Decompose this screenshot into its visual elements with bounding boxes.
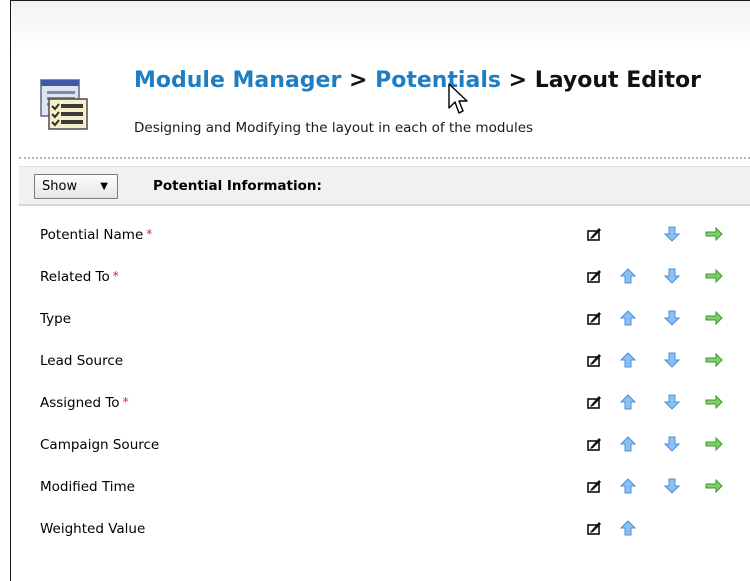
field-label: Type — [40, 311, 71, 327]
show-dropdown[interactable]: Show ▼ — [34, 174, 118, 199]
field-row[interactable]: Campaign Source — [19, 424, 750, 466]
caret-down-icon: ▼ — [100, 181, 108, 192]
field-label: Related To * — [40, 269, 119, 285]
field-row[interactable]: Potential Name * — [19, 214, 750, 256]
move-to-block-arrow-icon[interactable] — [705, 225, 723, 243]
mouse-cursor-icon — [448, 83, 468, 114]
move-to-block-arrow-icon[interactable] — [705, 477, 723, 495]
page-subtitle: Designing and Modifying the layout in ea… — [134, 120, 534, 136]
field-row[interactable]: Assigned To * — [19, 382, 750, 424]
field-label-text: Assigned To — [40, 395, 120, 411]
divider — [19, 157, 750, 159]
move-down-arrow-icon[interactable] — [663, 309, 681, 327]
field-list: Potential Name * Related To * Type Lead Sourc… — [19, 214, 750, 550]
breadcrumb-separator: > — [341, 68, 376, 93]
required-marker: * — [146, 227, 153, 241]
field-row[interactable]: Related To * — [19, 256, 750, 298]
show-dropdown-label: Show — [42, 179, 78, 194]
layout-editor-panel: Module Manager > Potentials > Layout Edi… — [10, 0, 750, 581]
field-row[interactable]: Lead Source — [19, 340, 750, 382]
move-to-block-arrow-icon[interactable] — [705, 393, 723, 411]
move-up-arrow-icon[interactable] — [619, 393, 637, 411]
field-label: Assigned To * — [40, 395, 129, 411]
move-to-block-arrow-icon[interactable] — [705, 309, 723, 327]
edit-field-icon[interactable] — [585, 435, 603, 453]
move-down-arrow-icon[interactable] — [663, 351, 681, 369]
block-title: Potential Information: — [153, 178, 322, 194]
field-label-text: Type — [40, 311, 72, 327]
move-to-block-arrow-icon[interactable] — [705, 351, 723, 369]
field-label-text: Campaign Source — [40, 437, 160, 453]
field-label: Potential Name * — [40, 227, 152, 243]
breadcrumb-potentials-link[interactable]: Potentials — [375, 68, 501, 93]
breadcrumb-module-manager-link[interactable]: Module Manager — [134, 68, 341, 93]
field-row[interactable]: Type — [19, 298, 750, 340]
move-up-arrow-icon[interactable] — [619, 267, 637, 285]
edit-field-icon[interactable] — [585, 393, 603, 411]
field-row[interactable]: Weighted Value — [19, 508, 750, 550]
move-up-arrow-icon[interactable] — [619, 435, 637, 453]
move-up-arrow-icon[interactable] — [619, 309, 637, 327]
field-label-text: Modified Time — [40, 479, 135, 495]
move-up-arrow-icon[interactable] — [619, 477, 637, 495]
move-to-block-arrow-icon[interactable] — [705, 435, 723, 453]
field-label-text: Weighted Value — [40, 521, 146, 537]
block-header: Show ▼ Potential Information: — [19, 166, 750, 206]
move-up-arrow-icon[interactable] — [619, 351, 637, 369]
move-up-arrow-icon[interactable] — [619, 519, 637, 537]
edit-field-icon[interactable] — [585, 267, 603, 285]
breadcrumb: Module Manager > Potentials > Layout Edi… — [134, 68, 701, 93]
breadcrumb-current-page: Layout Editor — [534, 68, 702, 93]
move-down-arrow-icon[interactable] — [663, 435, 681, 453]
required-marker: * — [122, 395, 129, 409]
move-down-arrow-icon[interactable] — [663, 225, 681, 243]
field-label-text: Related To — [40, 269, 110, 285]
required-marker: * — [112, 269, 119, 283]
edit-field-icon[interactable] — [585, 519, 603, 537]
field-label-text: Potential Name — [40, 227, 144, 243]
edit-field-icon[interactable] — [585, 351, 603, 369]
field-label: Campaign Source — [40, 437, 159, 453]
move-down-arrow-icon[interactable] — [663, 393, 681, 411]
field-label: Modified Time — [40, 479, 135, 495]
edit-field-icon[interactable] — [585, 225, 603, 243]
module-manager-icon — [40, 79, 88, 130]
move-down-arrow-icon[interactable] — [663, 267, 681, 285]
edit-field-icon[interactable] — [585, 477, 603, 495]
edit-field-icon[interactable] — [585, 309, 603, 327]
field-label: Lead Source — [40, 353, 123, 369]
move-to-block-arrow-icon[interactable] — [705, 267, 723, 285]
move-down-arrow-icon[interactable] — [663, 477, 681, 495]
top-band — [11, 1, 750, 51]
field-label-text: Lead Source — [40, 353, 124, 369]
breadcrumb-separator: > — [500, 68, 535, 93]
field-row[interactable]: Modified Time — [19, 466, 750, 508]
field-label: Weighted Value — [40, 521, 145, 537]
